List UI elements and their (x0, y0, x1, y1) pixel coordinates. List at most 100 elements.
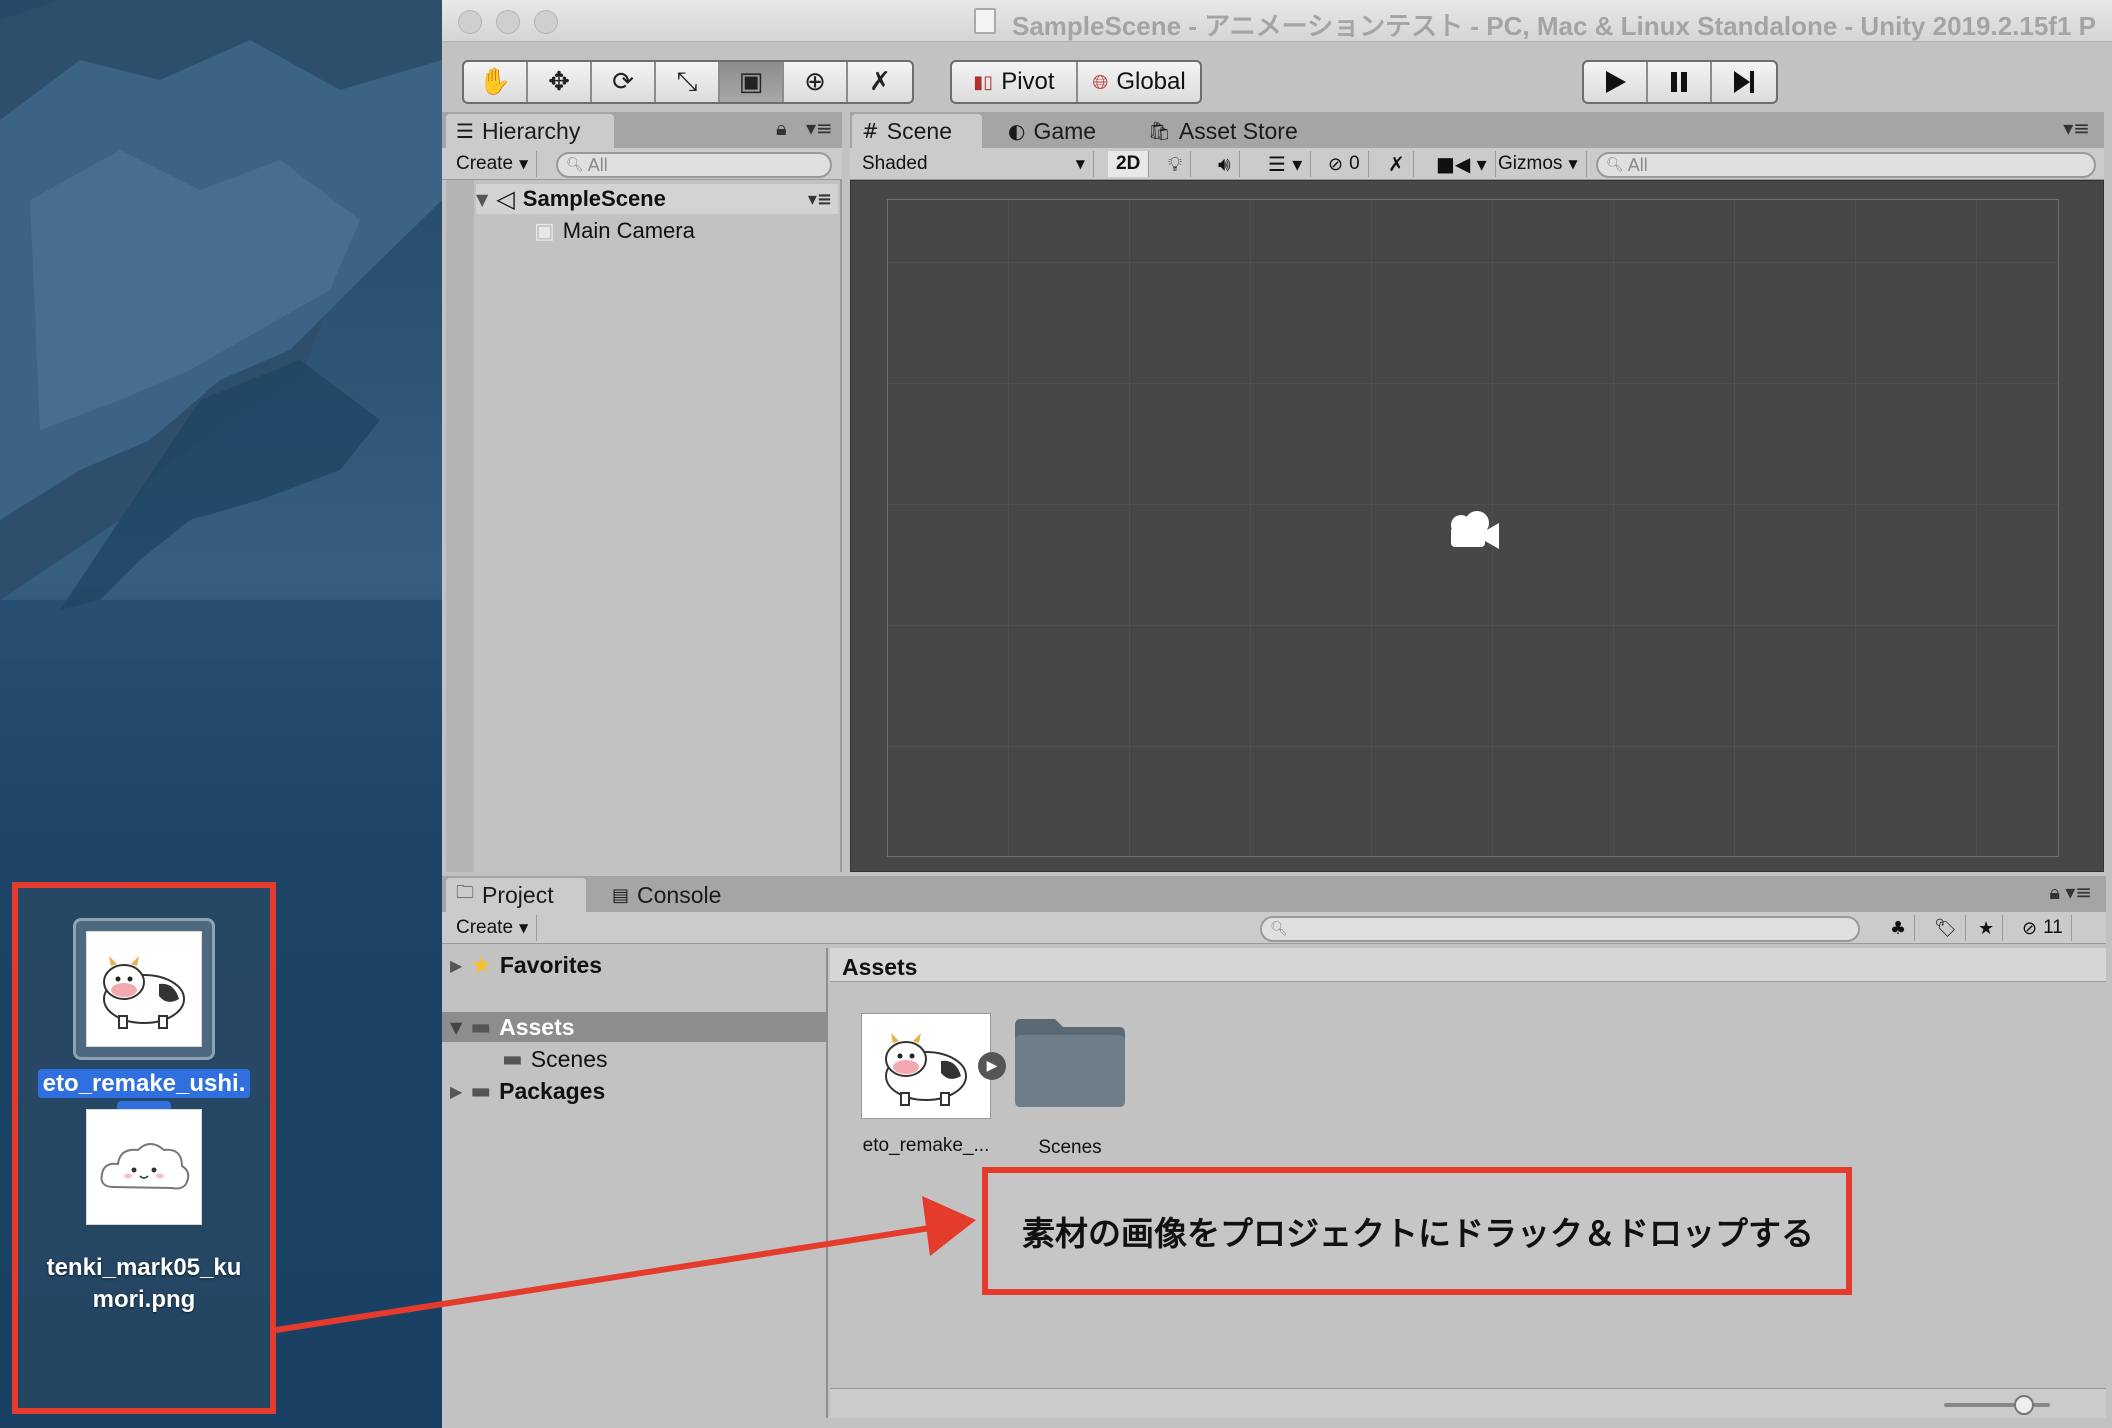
scene-view-area[interactable] (850, 180, 2104, 872)
audio-toggle-icon[interactable]: 🔊︎ (1210, 151, 1240, 177)
camera-dropdown-icon[interactable]: ■◀ ▾ (1428, 151, 1496, 177)
project-search-input[interactable]: 🔍︎ (1260, 916, 1860, 942)
tree-label: Favorites (499, 951, 603, 978)
tree-item-scenes[interactable]: ▬ Scenes (442, 1044, 828, 1074)
tab-project[interactable]: 🗀︎ Project (446, 878, 586, 912)
tab-asset-store[interactable]: 🛍︎ Asset Store (1138, 114, 1308, 148)
tab-console[interactable]: ▤ Console (602, 878, 731, 912)
favorite-star-icon[interactable]: ★ (1970, 915, 2004, 941)
play-button[interactable] (1584, 62, 1648, 102)
effects-dropdown-icon[interactable]: ☰ ▾ (1260, 151, 1312, 177)
cloud-image-icon (86, 1109, 202, 1225)
playback-controls (1582, 60, 1778, 104)
hierarchy-create-dropdown[interactable]: Create ▼ (448, 151, 538, 177)
expand-arrow-icon[interactable]: ▶ (450, 1082, 462, 1101)
asset-cow-sprite[interactable]: ▶ eto_remake_... (856, 1013, 1006, 1157)
icon-size-slider-track[interactable] (1944, 1403, 2050, 1407)
dropdown-arrow-icon: ▼ (1568, 157, 1578, 171)
folder-icon: ▬ (502, 1046, 523, 1072)
expand-arrow-icon[interactable]: ▼ (476, 190, 488, 209)
folder-icon (1015, 1019, 1125, 1107)
tools-icon[interactable]: ✗ (1380, 151, 1414, 177)
lighting-toggle-icon[interactable]: 💡︎ (1160, 151, 1191, 177)
asset-label: Scenes (1038, 1137, 1102, 1158)
lock-icon[interactable]: 🔒︎ (2049, 880, 2060, 904)
tab-scene[interactable]: # Scene (852, 114, 982, 148)
rect-tool-icon[interactable]: ▣ (720, 62, 784, 102)
file-name: tenki_mark05_ku mori.png (46, 1254, 242, 1313)
hidden-objects-toggle[interactable]: ⊘ 0 (1320, 151, 1369, 177)
minimize-window-button[interactable] (496, 10, 520, 34)
scene-row[interactable]: ▼ ◁ SampleScene ▾≡ (476, 184, 838, 214)
global-label: Global (1116, 68, 1186, 95)
zoom-window-button[interactable] (534, 10, 558, 34)
pause-icon (1671, 72, 1687, 92)
file-thumbnail (73, 918, 215, 1060)
project-subbar: Create ▼ 🔍︎ ♣ 🏷︎ ★ ⊘ 11 (442, 912, 2106, 944)
hierarchy-item[interactable]: ▣ Main Camera (534, 216, 695, 246)
panel-menu-icon[interactable]: ▾≡ (2065, 880, 2092, 904)
filter-by-label-icon[interactable]: 🏷︎ (1926, 915, 1966, 941)
scene-search-input[interactable]: 🔍︎ All (1596, 152, 2096, 178)
dropdown-arrow-icon: ▼ (519, 157, 529, 171)
2d-mode-toggle[interactable]: 2D (1108, 151, 1150, 177)
unity-scene-icon: ◁ (496, 185, 515, 213)
transform-tool-icon[interactable]: ⊕ (784, 62, 848, 102)
dropdown-arrow-icon: ▼ (519, 921, 529, 935)
dropdown-arrow-icon: ▼ (1075, 157, 1085, 171)
filter-by-type-icon[interactable]: ♣ (1882, 915, 1916, 941)
scene-tabbar: # Scene ◐ Game 🛍︎ Asset Store ▾≡ (850, 112, 2104, 148)
search-placeholder: All (587, 154, 608, 175)
step-button[interactable] (1712, 62, 1776, 102)
pivot-toggle[interactable]: ▮▯ Pivot (952, 62, 1078, 102)
create-label: Create (456, 917, 514, 938)
tree-item-favorites[interactable]: ▶ ★ Favorites (442, 950, 828, 980)
project-tabbar: 🗀︎ Project ▤ Console 🔒︎ ▾≡ (442, 876, 2106, 912)
panel-menu-icon[interactable]: ▾≡ (806, 116, 833, 140)
scene-subbar: Shaded ▼ 2D 💡︎ 🔊︎ ☰ ▾ ⊘ 0 ✗ ■◀ ▾ Gizmos … (850, 148, 2104, 180)
tree-item-assets[interactable]: ▼ ▬ Assets (442, 1012, 828, 1042)
camera-gizmo-icon[interactable] (1445, 509, 1505, 553)
expand-arrow-icon[interactable]: ▼ (450, 1018, 462, 1037)
asset-scenes-folder[interactable]: Scenes (1000, 1013, 1140, 1159)
hierarchy-search-input[interactable]: 🔍︎ All (556, 152, 832, 178)
global-toggle[interactable]: 🌐︎ Global (1078, 62, 1200, 102)
project-create-dropdown[interactable]: Create ▼ (448, 915, 538, 941)
move-tool-icon[interactable]: ✥ (528, 62, 592, 102)
globe-icon: 🌐︎ (1092, 70, 1109, 94)
tab-label: Asset Store (1178, 117, 1298, 144)
expand-arrow-icon[interactable]: ▶ (450, 956, 462, 975)
create-label: Create (456, 153, 514, 174)
tab-game[interactable]: ◐ Game (998, 114, 1106, 148)
file-thumbnail (73, 1096, 215, 1238)
close-window-button[interactable] (458, 10, 482, 34)
list-icon: ☰ (456, 119, 474, 143)
hierarchy-panel: ▼ ◁ SampleScene ▾≡ ▣ Main Camera (442, 180, 842, 872)
custom-tool-icon[interactable]: ✗ (848, 62, 912, 102)
desktop-file-cloud[interactable]: tenki_mark05_ku mori.png (18, 1096, 270, 1316)
folder-icon: ▬ (470, 1078, 492, 1104)
search-icon: 🔍︎ (566, 157, 584, 173)
tree-item-packages[interactable]: ▶ ▬ Packages (442, 1076, 828, 1106)
tab-hierarchy[interactable]: ☰ Hierarchy (446, 114, 614, 148)
rotate-tool-icon[interactable]: ⟳ (592, 62, 656, 102)
play-icon (1606, 71, 1626, 93)
tab-label: Console (637, 881, 722, 908)
hand-tool-icon[interactable]: ✋ (464, 62, 528, 102)
scene-menu-icon[interactable]: ▾≡ (808, 189, 832, 210)
2d-label: 2D (1116, 153, 1141, 174)
pause-button[interactable] (1648, 62, 1712, 102)
pivot-global-toggles: ▮▯ Pivot 🌐︎ Global (950, 60, 1202, 104)
lock-icon[interactable]: 🔒︎ (776, 116, 787, 140)
scale-tool-icon[interactable]: ⤡ (656, 62, 720, 102)
hidden-packages-toggle[interactable]: ⊘ 11 (2014, 915, 2072, 941)
item-label: Main Camera (562, 218, 695, 243)
panel-menu-icon[interactable]: ▾≡ (2063, 116, 2090, 140)
gizmos-label: Gizmos (1498, 153, 1563, 174)
eye-off-icon: ⊘ (1328, 153, 1344, 175)
hidden-count: 11 (2043, 917, 2063, 938)
assets-breadcrumb[interactable]: Assets (830, 948, 2106, 982)
shading-mode-dropdown[interactable]: Shaded ▼ (854, 151, 1094, 177)
icon-size-slider-handle[interactable] (2014, 1395, 2034, 1415)
gizmos-dropdown[interactable]: Gizmos ▼ (1490, 151, 1587, 177)
